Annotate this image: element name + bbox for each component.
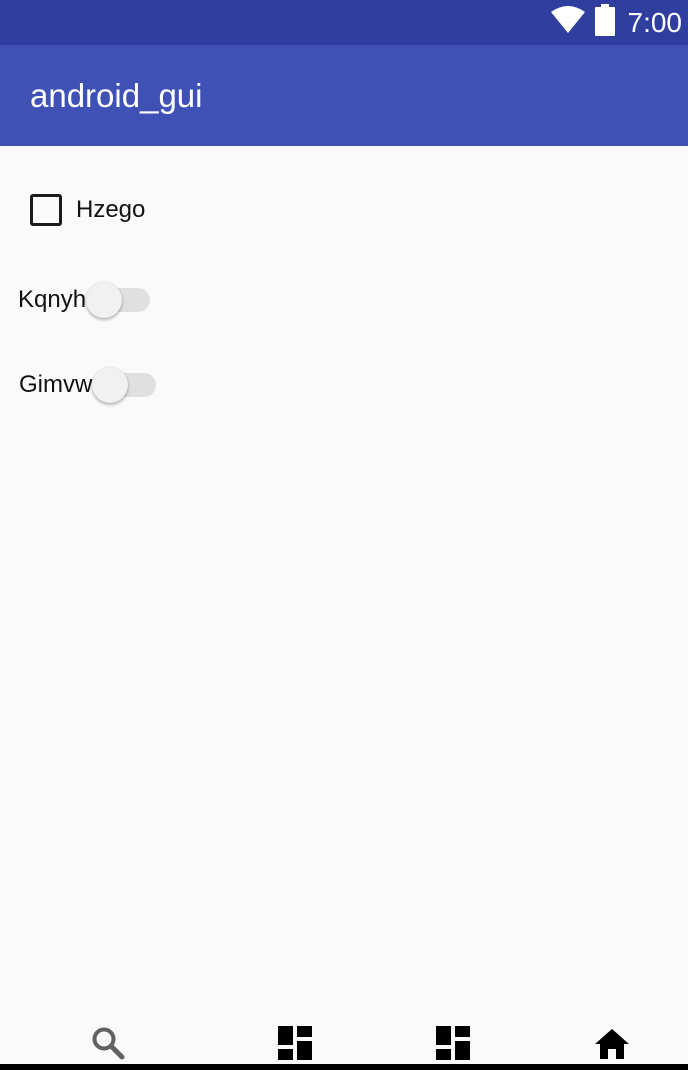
status-time: 7:00 bbox=[627, 7, 683, 38]
switch-label: Gimvw bbox=[19, 371, 93, 398]
app-title: android_gui bbox=[30, 77, 203, 114]
switch-thumb[interactable] bbox=[92, 367, 129, 403]
toggle-switch-gimvw[interactable] bbox=[92, 365, 157, 405]
checkbox-box[interactable] bbox=[30, 194, 62, 226]
home-icon bbox=[594, 1027, 630, 1064]
checkbox-label: Hzego bbox=[76, 196, 146, 223]
app-bar: android_gui bbox=[0, 45, 688, 146]
switch-row-gimvw[interactable]: Gimvw bbox=[19, 365, 157, 405]
bottom-navigation bbox=[0, 1025, 688, 1065]
wifi-icon bbox=[550, 6, 586, 39]
checkbox-hzego[interactable]: Hzego bbox=[30, 193, 145, 227]
main-content: Hzego Kqnyh Gimvw bbox=[0, 146, 688, 1026]
status-icons: 7:00 bbox=[550, 0, 683, 45]
dashboard-icon bbox=[278, 1025, 312, 1065]
switch-thumb[interactable] bbox=[86, 282, 123, 318]
battery-icon bbox=[594, 4, 616, 41]
status-bar: 7:00 bbox=[0, 0, 688, 45]
toggle-switch-kqnyh[interactable] bbox=[86, 280, 151, 320]
dashboard-icon bbox=[436, 1025, 470, 1065]
nav-item-dashboard-1[interactable] bbox=[265, 1025, 325, 1065]
switch-row-kqnyh[interactable]: Kqnyh bbox=[18, 280, 151, 320]
switch-label: Kqnyh bbox=[18, 286, 87, 313]
nav-item-home[interactable] bbox=[582, 1026, 642, 1064]
nav-item-dashboard-2[interactable] bbox=[423, 1025, 483, 1065]
nav-item-search[interactable] bbox=[78, 1026, 138, 1064]
search-icon bbox=[91, 1026, 125, 1065]
screen-bottom-edge bbox=[0, 1064, 688, 1070]
